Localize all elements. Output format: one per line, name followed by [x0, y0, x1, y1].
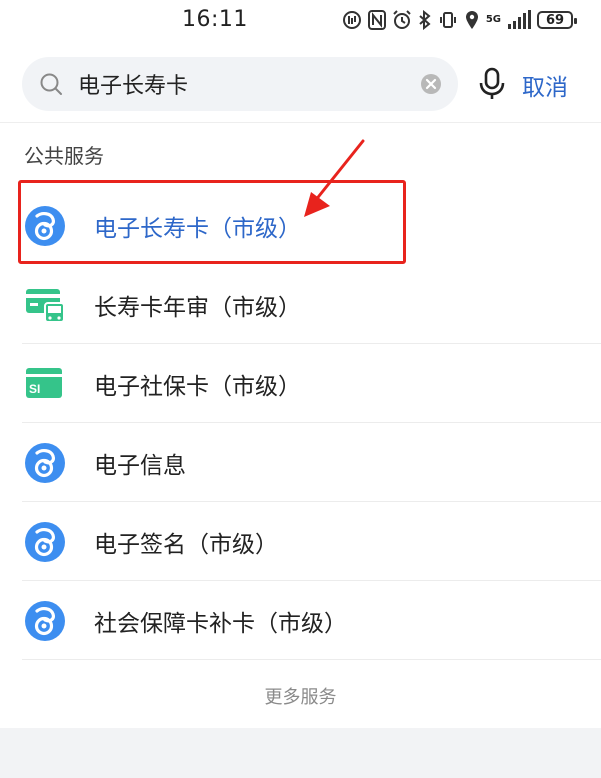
status-time: 16:11: [182, 7, 248, 32]
swirl-logo-icon: [25, 206, 65, 246]
si-card-icon: SI: [26, 368, 62, 398]
bottom-area: [0, 728, 601, 778]
divider: [22, 659, 601, 660]
section-title: 公共服务: [24, 144, 104, 168]
status-bar: 16:11 5G 69: [0, 0, 601, 40]
bluetooth-icon: [419, 10, 431, 30]
network-type: 5G: [485, 14, 501, 25]
swirl-logo-icon: [25, 522, 65, 562]
search-input[interactable]: [78, 69, 408, 99]
vibrate-icon: [439, 12, 456, 28]
signal-icon: [508, 10, 531, 29]
cancel-button[interactable]: 取消: [522, 68, 568, 102]
item-label: 电子签名（市级）: [94, 532, 278, 558]
list-item[interactable]: 电子信息: [0, 423, 601, 502]
divider: [0, 122, 601, 123]
status-icons: 5G 69: [342, 9, 577, 31]
list-item[interactable]: 长寿卡年审（市级）: [0, 265, 601, 344]
item-label: 电子社保卡（市级）: [94, 374, 301, 400]
battery-level: 69: [545, 12, 565, 28]
svg-text:SI: SI: [29, 382, 40, 396]
search-icon: [40, 73, 62, 95]
swirl-logo-icon: [25, 443, 65, 483]
clear-icon[interactable]: [420, 73, 442, 95]
search-box[interactable]: [22, 57, 458, 111]
service-list: 电子长寿卡（市级） 长寿卡年审（市级） SI 电子社保卡（市级） 电子信息 电子…: [0, 186, 601, 660]
swirl-logo-icon: [25, 601, 65, 641]
item-label: 电子信息: [94, 453, 186, 479]
list-item[interactable]: 社会保障卡补卡（市级）: [0, 581, 601, 660]
item-label: 社会保障卡补卡（市级）: [94, 611, 347, 637]
item-label: 电子长寿卡（市级）: [94, 216, 301, 242]
search-row: 取消: [22, 57, 582, 111]
battery-icon: 69: [537, 11, 577, 29]
item-label: 长寿卡年审（市级）: [94, 295, 301, 321]
data-saver-icon: [342, 11, 361, 29]
list-item[interactable]: 电子长寿卡（市级）: [0, 186, 601, 265]
microphone-icon[interactable]: [476, 67, 508, 101]
more-services-link[interactable]: 更多服务: [0, 683, 601, 709]
list-item[interactable]: 电子签名（市级）: [0, 502, 601, 581]
alarm-icon: [393, 10, 411, 29]
location-icon: [465, 11, 478, 29]
nfc-icon: [367, 10, 386, 30]
bus-card-icon: [26, 289, 65, 323]
list-item[interactable]: SI 电子社保卡（市级）: [0, 344, 601, 423]
